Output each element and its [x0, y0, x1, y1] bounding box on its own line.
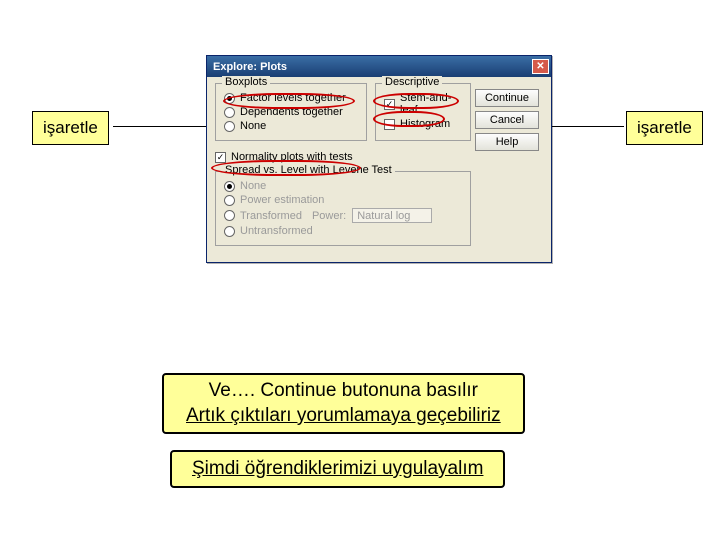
radio-spread-transformed: Transformed Power: Natural log — [224, 208, 462, 223]
radio-label: None — [240, 180, 266, 192]
radio-icon — [224, 195, 235, 206]
radio-label: None — [240, 120, 266, 132]
close-icon[interactable]: ✕ — [532, 59, 549, 74]
descriptive-legend: Descriptive — [382, 76, 442, 88]
check-normality[interactable]: Normality plots with tests — [215, 151, 353, 163]
check-label: Stem-and-leaf — [400, 92, 462, 116]
continue-button[interactable]: Continue — [475, 89, 539, 107]
annotation-left: işaretle — [32, 111, 109, 145]
radio-spread-none: None — [224, 180, 462, 192]
explore-plots-dialog: Explore: Plots ✕ Continue Cancel Help Bo… — [206, 55, 552, 263]
check-histogram[interactable]: Histogram — [384, 118, 462, 130]
radio-spread-power: Power estimation — [224, 194, 462, 206]
check-label: Histogram — [400, 118, 450, 130]
checkbox-icon — [215, 152, 226, 163]
radio-spread-untransformed: Untransformed — [224, 225, 462, 237]
checkbox-icon — [384, 119, 395, 130]
radio-dependents[interactable]: Dependents together — [224, 106, 358, 118]
cancel-button[interactable]: Cancel — [475, 111, 539, 129]
power-dropdown: Natural log — [352, 208, 432, 223]
caption-box-2: Şimdi öğrendiklerimizi uygulayalım — [170, 450, 505, 488]
caption-box-1: Ve…. Continue butonuna basılır Artık çık… — [162, 373, 525, 434]
boxplots-group: Boxplots Factor levels together Dependen… — [215, 83, 367, 141]
descriptive-group: Descriptive Stem-and-leaf Histogram — [375, 83, 471, 141]
radio-factor-levels[interactable]: Factor levels together — [224, 92, 358, 104]
boxplots-legend: Boxplots — [222, 76, 270, 88]
checkbox-icon — [384, 99, 395, 110]
radio-label: Untransformed — [240, 225, 313, 237]
radio-label: Factor levels together — [240, 92, 346, 104]
radio-label: Power estimation — [240, 194, 324, 206]
caption-1-line-1: Ve…. Continue butonuna basılır — [209, 380, 478, 401]
caption-1-link[interactable]: Artık çıktıları yorumlamaya geçebiliriz — [186, 405, 501, 426]
radio-label: Dependents together — [240, 106, 343, 118]
radio-label: Transformed — [240, 210, 302, 222]
radio-icon — [224, 121, 235, 132]
radio-none[interactable]: None — [224, 120, 358, 132]
spread-legend: Spread vs. Level with Levene Test — [222, 164, 395, 176]
help-button[interactable]: Help — [475, 133, 539, 151]
check-stem-leaf[interactable]: Stem-and-leaf — [384, 92, 462, 116]
check-label: Normality plots with tests — [231, 151, 353, 163]
titlebar: Explore: Plots ✕ — [207, 56, 551, 77]
annotation-right: işaretle — [626, 111, 703, 145]
radio-icon — [224, 226, 235, 237]
spread-group: Spread vs. Level with Levene Test None P… — [215, 171, 471, 246]
radio-icon — [224, 181, 235, 192]
radio-icon — [224, 107, 235, 118]
power-label: Power: — [312, 210, 346, 222]
radio-icon — [224, 93, 235, 104]
window-title: Explore: Plots — [213, 61, 532, 73]
radio-icon — [224, 210, 235, 221]
caption-2-link[interactable]: Şimdi öğrendiklerimizi uygulayalım — [192, 458, 483, 479]
